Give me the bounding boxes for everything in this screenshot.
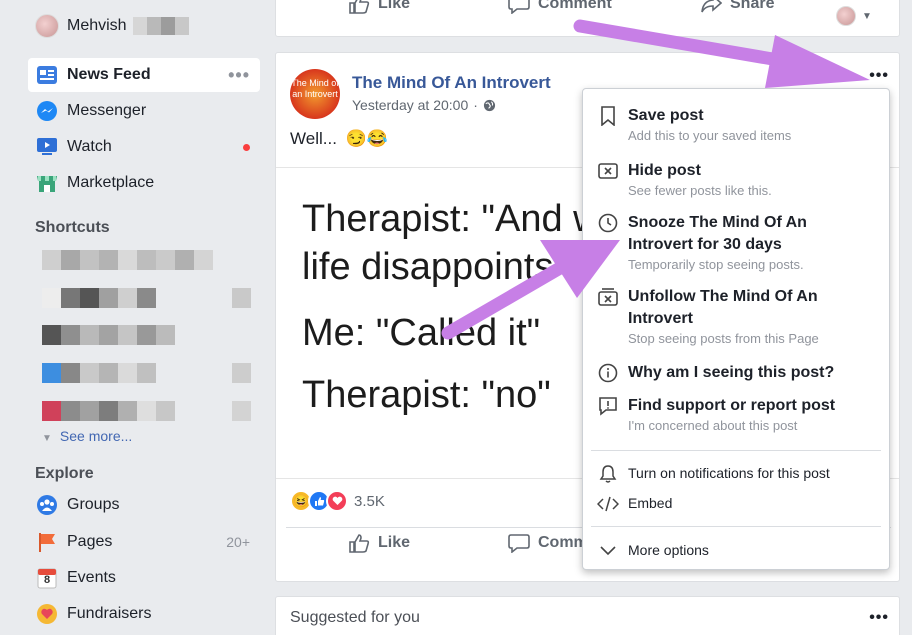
avatar [35,14,59,38]
comment-button[interactable]: Comment [508,0,612,14]
like-button[interactable]: Like [348,533,410,553]
sidebar-item-fundraisers[interactable]: Fundraisers [28,597,260,631]
more-options-icon[interactable]: ••• [228,65,250,86]
post-text: Well... 😏😂 [290,129,388,148]
sidebar-item-label: Watch [67,138,112,155]
emoji-smirk-laugh: 😏😂 [345,129,388,148]
code-embed-icon [597,493,619,515]
notification-dot [243,143,250,151]
shortcuts-heading: Shortcuts [35,219,110,236]
sidebar-item-pages[interactable]: Pages 20+ [28,525,260,559]
meme-text-line: life disappoints u [302,246,586,288]
meme-text-line: Me: "Called it" [302,312,541,354]
meme-text-line: Therapist: "no" [302,374,551,416]
comment-button[interactable]: Comm [508,533,588,553]
comment-icon [508,534,530,553]
profile-link[interactable]: Mehvish [28,8,189,44]
sidebar-item-label: Pages [67,533,113,550]
chevron-down-icon: ▼ [42,433,52,444]
reaction-count: 3.5K [354,492,385,510]
menu-item-snooze[interactable]: Snooze The Mind Of An Introvert for 30 d… [583,212,889,276]
globe-icon [483,99,495,111]
menu-item-unfollow[interactable]: Unfollow The Mind Of An Introvert Stop s… [583,286,889,350]
redacted-shortcut[interactable] [42,250,213,270]
thumbs-up-icon [349,0,370,14]
avatar [836,6,856,26]
suggested-card: Suggested for you ••• [275,596,900,635]
marketplace-icon [35,171,59,195]
chevron-down-icon: ▼ [862,10,872,22]
messenger-icon [35,99,59,123]
share-audience-dropdown[interactable]: ▼ [836,6,872,26]
share-icon [701,0,722,13]
previous-post-actions: Like Comment Share ▼ [275,0,900,37]
menu-item-save-post[interactable]: Save post Add this to your saved items [583,105,889,149]
calendar-date: 8 [43,574,51,586]
fundraisers-icon [35,602,59,626]
suggested-options-button[interactable]: ••• [869,609,889,627]
events-calendar-icon: 8 [35,566,59,590]
left-sidebar: Mehvish News Feed ••• Messenger Watch Ma… [0,0,272,635]
menu-item-embed[interactable]: Embed [583,493,889,515]
sidebar-item-news-feed[interactable]: News Feed ••• [28,58,260,92]
redacted-shortcut[interactable] [42,288,156,308]
menu-item-hide-post[interactable]: Hide post See fewer posts like this. [583,160,889,204]
report-flag-icon [597,395,619,417]
redacted-count [232,401,251,421]
pages-flag-icon [35,530,59,554]
post-timestamp[interactable]: Yesterday at 20:00 · [352,97,551,113]
news-feed-icon [35,63,59,87]
suggested-title: Suggested for you [290,609,420,626]
redacted-surname [132,17,189,35]
groups-icon [35,493,59,517]
bookmark-icon [597,105,619,127]
sidebar-item-events[interactable]: 8 Events [28,561,260,595]
post-header: The Mind of an Introvert The Mind Of An … [290,69,551,119]
clock-icon [597,212,619,234]
see-more-link[interactable]: ▼ See more... [42,428,132,444]
redacted-shortcut[interactable] [42,401,175,421]
watch-icon [35,135,59,159]
post-options-button[interactable]: ••• [869,67,889,85]
post-options-menu: Save post Add this to your saved items H… [582,88,890,570]
menu-divider [591,450,881,451]
pages-count: 20+ [226,534,250,550]
sidebar-item-label: Fundraisers [67,605,152,622]
comment-icon [508,0,530,14]
profile-name: Mehvish [67,17,127,34]
info-icon [597,362,619,384]
sidebar-item-label: Marketplace [67,174,155,191]
chevron-down-icon [597,540,619,562]
sidebar-item-messenger[interactable]: Messenger [28,94,260,128]
reactions-summary[interactable]: 😆 3.5K [290,490,385,512]
menu-item-notifications[interactable]: Turn on notifications for this post [583,463,889,485]
redacted-shortcut[interactable] [42,325,175,345]
unfollow-icon [597,286,619,308]
bell-icon [597,463,619,485]
thumbs-up-icon [349,534,370,553]
sidebar-item-watch[interactable]: Watch [28,130,260,164]
menu-divider [591,526,881,527]
sidebar-item-label: Events [67,569,116,586]
hide-x-icon [597,160,619,182]
sidebar-item-label: Groups [67,496,120,513]
meme-text-line: Therapist: "And wh [302,198,622,240]
sidebar-item-marketplace[interactable]: Marketplace [28,166,260,200]
menu-item-report[interactable]: Find support or report post I'm concerne… [583,395,889,439]
explore-heading: Explore [35,465,94,482]
page-avatar[interactable]: The Mind of an Introvert [290,69,340,119]
page-name-link[interactable]: The Mind Of An Introvert [352,73,551,93]
share-button[interactable]: Share [700,0,774,14]
redacted-shortcut[interactable] [42,363,156,383]
sidebar-item-label: Messenger [67,102,147,119]
like-button[interactable]: Like [348,0,410,14]
sidebar-item-groups[interactable]: Groups [28,488,260,522]
redacted-count [232,363,251,383]
sidebar-item-label: News Feed [67,66,151,83]
menu-item-why-seeing[interactable]: Why am I seeing this post? [583,362,889,386]
menu-item-more-options[interactable]: More options [583,540,889,562]
love-reaction-icon [326,490,348,512]
redacted-count [232,288,251,308]
